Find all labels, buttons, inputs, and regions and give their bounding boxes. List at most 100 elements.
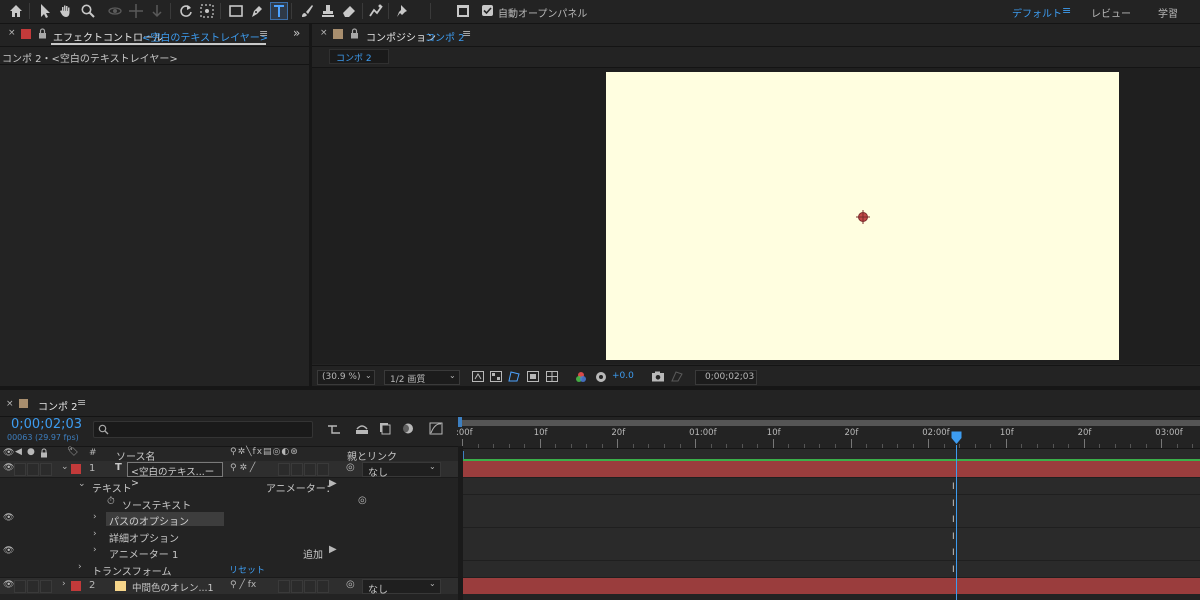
comp-canvas[interactable] [606, 72, 1119, 360]
animator-row[interactable]: 👁 › アニメーター 1 追加 ▶ [0, 544, 458, 561]
lock-icon[interactable] [38, 28, 47, 39]
transparency-grid-icon[interactable] [490, 371, 502, 382]
collapse-chevron-icon[interactable]: › [93, 512, 97, 522]
parent-dropdown-2[interactable]: なし ⌄ [362, 579, 441, 596]
timeline-tab-label[interactable]: コンポ 2 [38, 398, 78, 413]
layer-2-duration-bar[interactable] [463, 577, 1200, 594]
pickwhip-icon[interactable]: ◎ [346, 579, 355, 590]
animator-menu-label[interactable]: アニメーター： [266, 480, 336, 495]
exposure-value[interactable]: +0.0 [612, 371, 634, 381]
source-text-row[interactable]: ⏱ ソーステキスト ◎ [0, 495, 458, 512]
keyframe-marker[interactable]: I [952, 482, 955, 492]
parent-dropdown-1[interactable]: なし ⌄ [362, 462, 441, 479]
puppet-pin-tool-icon[interactable] [395, 3, 411, 19]
layer-switch-shy-icon[interactable]: ⚲ ✲ ╱ [230, 463, 255, 473]
visibility-eye-icon[interactable]: 👁 [3, 580, 14, 590]
workspace-review[interactable]: レビュー [1091, 5, 1131, 20]
visibility-eye-icon[interactable]: 👁 [3, 463, 14, 473]
label-tag-icon[interactable]: 🏷 [67, 447, 78, 457]
more-options-row[interactable]: › 詳細オプション [0, 528, 458, 545]
video-switch-icon[interactable]: 👁 [3, 448, 14, 458]
expand-chevron-icon[interactable]: ⌄ [61, 462, 69, 472]
grid-guides-icon[interactable] [546, 371, 558, 382]
region-of-interest-icon[interactable] [527, 371, 539, 382]
orbit-camera-icon[interactable] [107, 3, 123, 19]
keyframe-marker[interactable]: I [952, 532, 955, 542]
layer-name[interactable]: 中間色のオレン...1 [132, 580, 214, 594]
panel-menu-icon[interactable]: ≡ [259, 27, 268, 40]
workspace-menu-icon[interactable]: ≡ [1062, 4, 1071, 17]
add-menu-label[interactable]: 追加 [303, 546, 323, 561]
collapse-chevron-icon[interactable]: › [93, 545, 97, 555]
show-snapshot-icon[interactable] [671, 371, 683, 382]
clone-stamp-tool-icon[interactable] [320, 3, 336, 19]
fast-preview-icon[interactable] [472, 371, 484, 382]
audio-switch-icon[interactable]: ◀ [15, 447, 22, 457]
close-comp-tab-icon[interactable]: × [320, 28, 328, 38]
path-options-highlight[interactable]: パスのオプション [106, 512, 224, 528]
visibility-eye-icon[interactable]: 👁 [3, 546, 14, 556]
stopwatch-icon[interactable]: ⏱ [107, 496, 115, 507]
shy-layers-icon[interactable] [355, 422, 369, 435]
comp-panel-menu-icon[interactable]: ≡ [462, 27, 471, 40]
layer-1-duration-bar[interactable] [463, 461, 1200, 478]
hand-tool-icon[interactable] [58, 3, 74, 19]
reset-link[interactable]: リセット [229, 563, 265, 576]
layer-label-color[interactable] [71, 581, 81, 591]
layer-row-2[interactable]: 👁 › 2 中間色のオレン...1 ⚲ ╱ fx ◎ なし ⌄ [0, 577, 458, 596]
motion-blur-icon[interactable] [400, 422, 414, 435]
expand-panels-icon[interactable]: » [293, 26, 300, 40]
workspace-learn[interactable]: 学習 [1158, 5, 1178, 20]
collapse-chevron-icon[interactable]: › [78, 562, 82, 572]
comp-lock-icon[interactable] [350, 28, 359, 39]
brush-tool-icon[interactable] [299, 3, 315, 19]
anchor-point-tool-icon[interactable] [199, 3, 215, 19]
animator-play-icon[interactable]: ▶ [329, 478, 337, 489]
layer-row-1[interactable]: 👁 ⌄ 1 T <空白のテキス...ー> ⚲ ✲ ╱ ◎ なし ⌄ [0, 461, 458, 489]
comp-sub-tab[interactable]: コンポ 2 [329, 49, 389, 64]
workspace-default[interactable]: デフォルト [1012, 5, 1062, 20]
collapse-chevron-icon[interactable]: › [93, 529, 97, 539]
effect-tab-target[interactable]: <空白のテキストレイヤー> [142, 29, 268, 44]
add-play-icon[interactable]: ▶ [329, 544, 337, 555]
dolly-camera-icon[interactable] [149, 3, 165, 19]
reset-exposure-icon[interactable] [595, 371, 607, 383]
current-time-display[interactable]: 0;00;02;03 [11, 417, 82, 432]
zoom-tool-icon[interactable] [80, 3, 96, 19]
pickwhip-icon[interactable]: ◎ [346, 462, 355, 473]
text-anchor-icon[interactable] [856, 210, 870, 224]
visibility-eye-icon[interactable]: 👁 [3, 513, 14, 523]
type-tool-icon[interactable] [270, 2, 288, 20]
mask-visibility-icon[interactable] [508, 371, 520, 382]
layer-switch-fx-icon[interactable]: ⚲ ╱ fx [230, 580, 256, 590]
zoom-dropdown[interactable]: (30.9 %) ⌄ [317, 370, 375, 385]
pen-tool-icon[interactable] [249, 3, 265, 19]
viewer-timecode[interactable]: 0;00;02;03 [695, 370, 757, 385]
keyframe-marker[interactable]: I [952, 515, 955, 525]
roto-brush-tool-icon[interactable] [368, 3, 384, 19]
layer-name-field[interactable]: <空白のテキス...ー> [127, 462, 223, 489]
eraser-tool-icon[interactable] [341, 3, 357, 19]
close-timeline-tab-icon[interactable]: × [6, 399, 14, 409]
graph-editor-icon[interactable] [429, 422, 443, 435]
keyframe-marker[interactable]: I [952, 565, 955, 575]
composition-mini-flowchart-icon[interactable] [327, 423, 341, 435]
work-area-bar[interactable] [461, 420, 1200, 426]
snapshot-camera-icon[interactable] [651, 371, 665, 382]
auto-open-checkbox[interactable] [482, 5, 493, 16]
path-options-row[interactable]: 👁 › パスのオプション [0, 511, 458, 528]
transform-row[interactable]: › トランスフォーム リセット [0, 561, 458, 578]
layer-search-input[interactable] [93, 421, 313, 438]
home-icon[interactable] [8, 3, 24, 19]
selection-tool-icon[interactable] [37, 3, 53, 19]
expression-pickwhip-icon[interactable]: ◎ [358, 495, 367, 506]
resolution-dropdown[interactable]: 1/2 画質 ⌄ [384, 370, 460, 385]
playhead-head-icon[interactable] [951, 431, 962, 445]
comp-tab-name[interactable]: コンポ 2 [425, 29, 465, 44]
collapse-chevron-icon[interactable]: › [62, 579, 66, 589]
keyframe-marker[interactable]: I [952, 499, 955, 509]
panel-toggle-icon[interactable] [455, 3, 471, 19]
rotate-tool-icon[interactable] [178, 3, 194, 19]
solo-switch-icon[interactable]: ● [27, 447, 35, 457]
timeline-menu-icon[interactable]: ≡ [77, 396, 86, 409]
